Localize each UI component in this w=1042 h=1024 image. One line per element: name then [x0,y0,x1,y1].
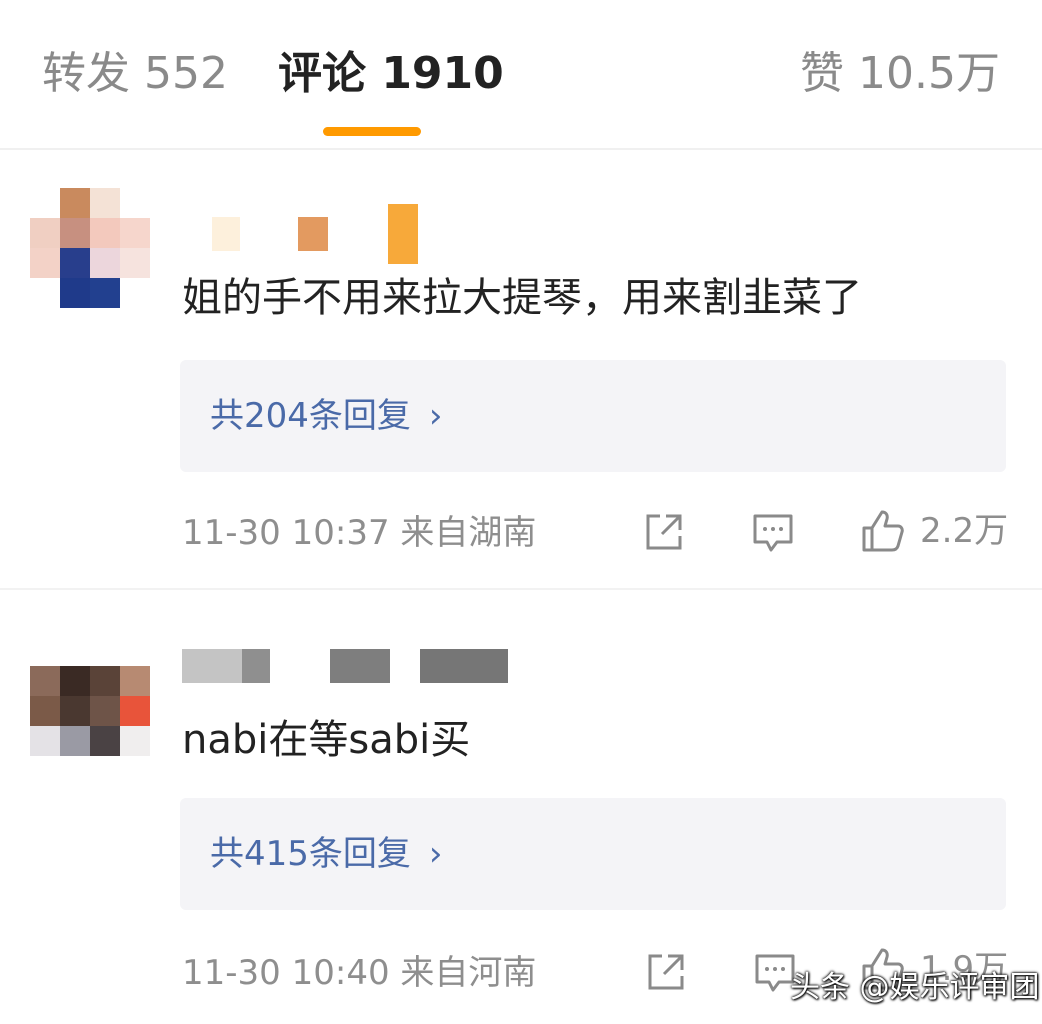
watermark: 头条 @娱乐评审团 [790,970,1040,1005]
username-blurred[interactable] [182,642,508,690]
like-button[interactable]: 2.2万 [860,508,1008,554]
tab-likes[interactable]: 赞 10.5万 [800,42,1000,106]
replies-count-label: 共204条回复 [210,396,411,436]
avatar[interactable] [30,188,150,308]
active-tab-indicator [323,127,421,136]
replies-button[interactable]: 共204条回复 › [180,360,1006,472]
comment-text: 姐的手不用来拉大提琴，用来割韭菜了 [182,275,862,321]
tab-comments[interactable]: 评论 1910 [278,42,504,106]
comment-time-location: 11-30 10:37 来自湖南 [182,513,537,553]
username-blurred[interactable] [182,204,418,264]
like-count: 2.2万 [920,511,1009,551]
chevron-right-icon: › [428,834,443,874]
comment-text: nabi在等sabi买 [182,717,471,763]
chevron-right-icon: › [428,396,443,436]
tab-forward[interactable]: 转发 552 [42,42,228,106]
replies-button[interactable]: 共415条回复 › [180,798,1006,910]
tab-bar: 转发 552 评论 1910 赞 10.5万 [0,0,1042,150]
comment-icon[interactable] [751,510,795,554]
replies-count-label: 共415条回复 [210,834,411,874]
comment-divider [0,588,1042,590]
share-icon[interactable] [644,950,688,994]
comment-time-location: 11-30 10:40 来自河南 [182,953,537,993]
share-icon[interactable] [642,510,686,554]
avatar[interactable] [30,636,150,756]
thumbs-up-icon [862,510,904,552]
